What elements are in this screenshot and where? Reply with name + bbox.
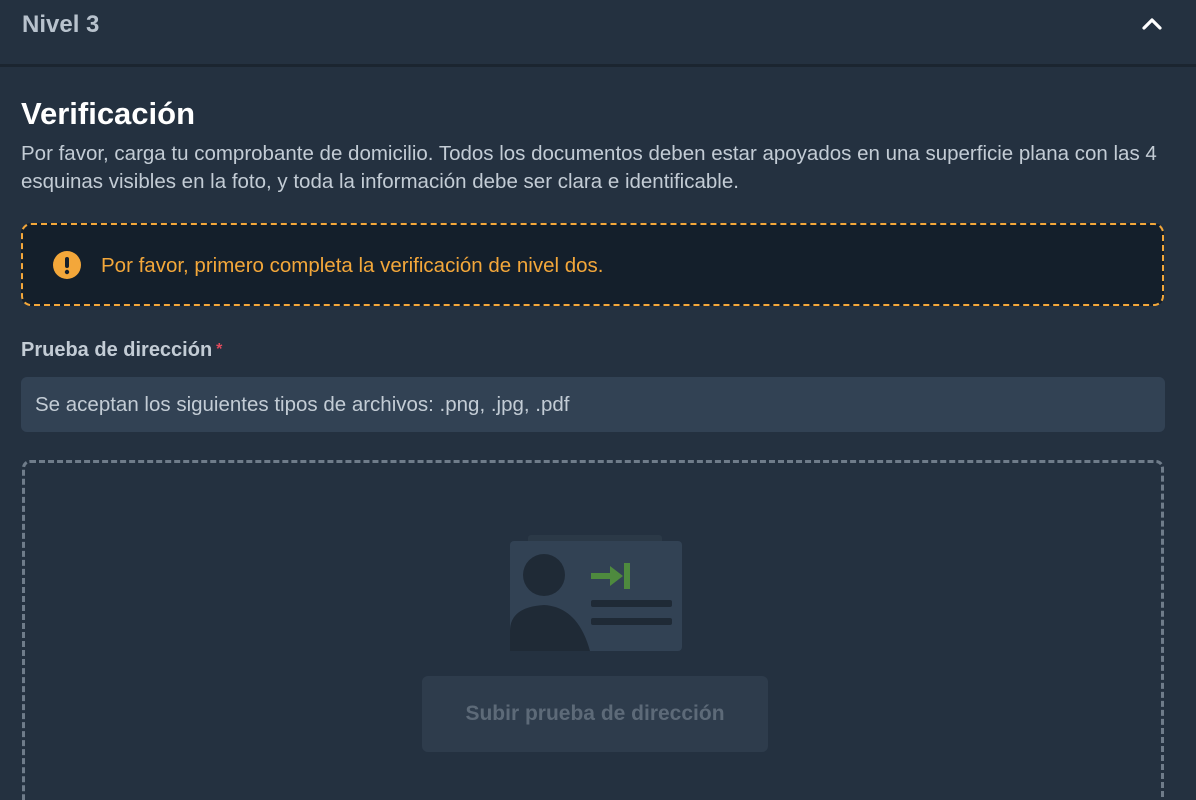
required-mark: * [216,341,223,358]
exclamation-circle-icon [53,251,81,279]
address-proof-label-text: Prueba de dirección [21,339,213,361]
collapse-toggle-button[interactable] [1134,8,1170,40]
upload-dropzone[interactable]: Subir prueba de dirección [22,460,1164,800]
file-types-hint: Se aceptan los siguientes tipos de archi… [21,377,1165,432]
section-title: Nivel 3 [22,11,100,38]
chevron-up-icon [1142,18,1162,30]
verification-page: Nivel 3 Verificación Por favor, carga tu… [0,0,1196,800]
id-card-upload-icon [510,535,682,651]
alert-message: Por favor, primero completa la verificac… [101,254,604,277]
verification-heading: Verificación [21,96,196,131]
level-section-header[interactable]: Nivel 3 [0,0,1196,67]
address-proof-label: Prueba de dirección * [21,337,222,363]
verification-description: Por favor, carga tu comprobante de domic… [21,142,1157,193]
upload-address-proof-button[interactable]: Subir prueba de dirección [422,676,768,752]
warning-alert: Por favor, primero completa la verificac… [21,223,1164,306]
